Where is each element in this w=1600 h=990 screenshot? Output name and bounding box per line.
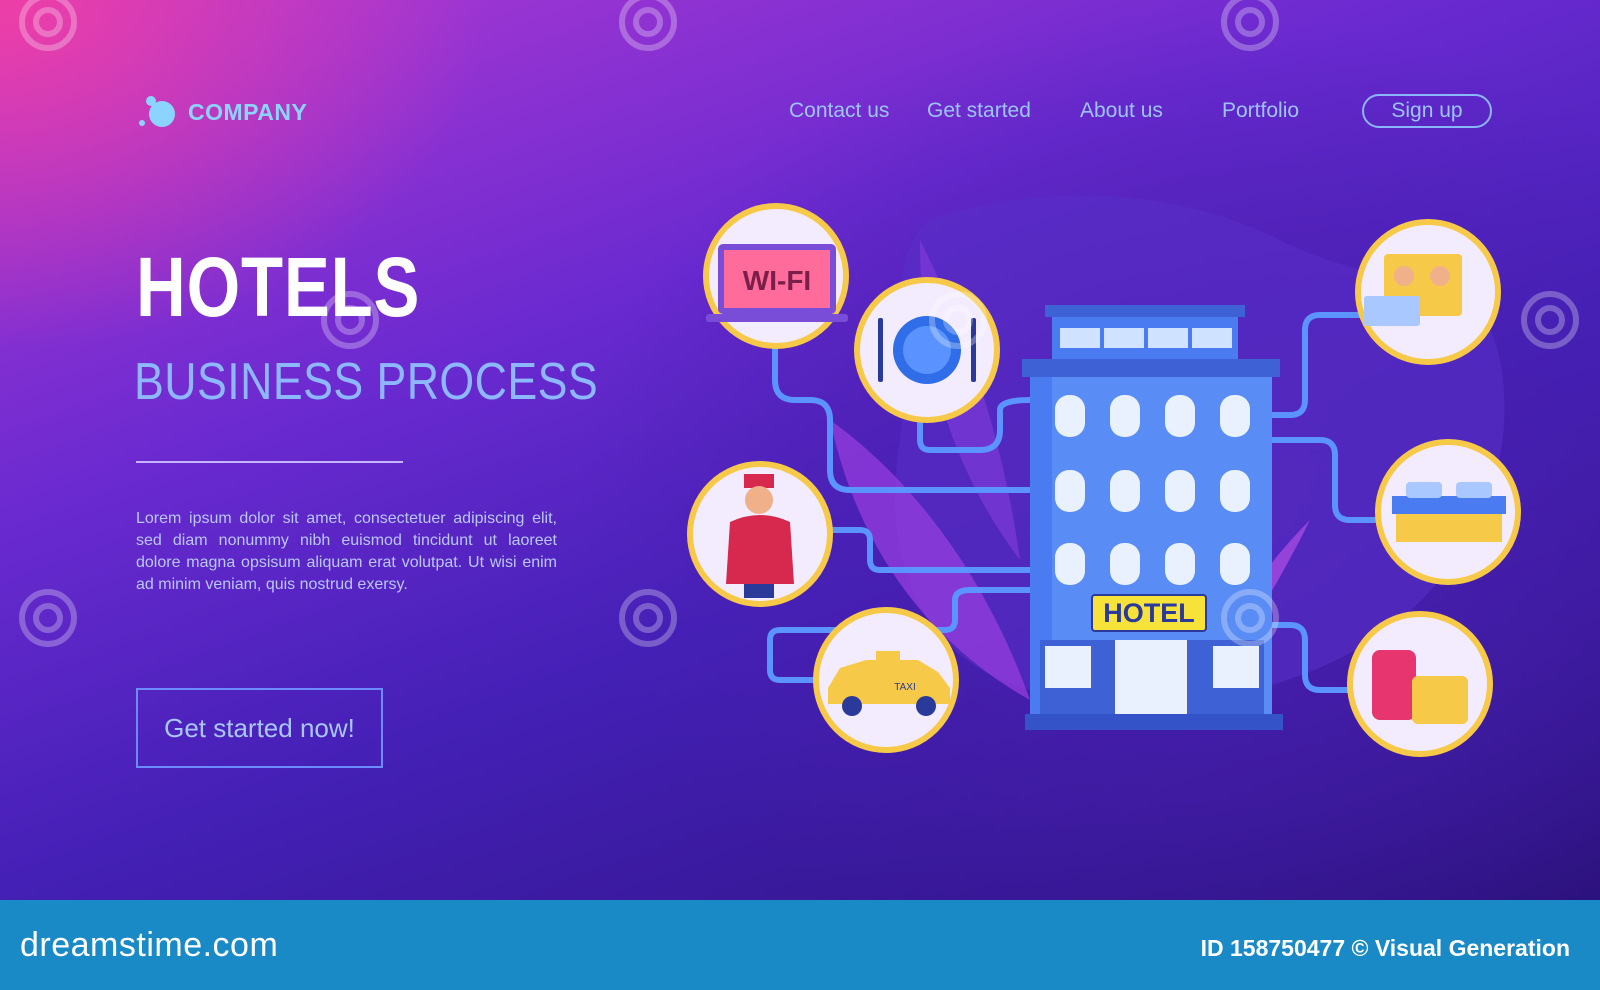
service-bellboy — [687, 461, 833, 607]
get-started-now-button[interactable]: Get started now! — [136, 688, 383, 768]
nav-portfolio[interactable]: Portfolio — [1222, 95, 1299, 127]
wifi-label: WI-FI — [743, 265, 811, 296]
signup-button[interactable]: Sign up — [1362, 94, 1492, 128]
page-title: HOTELS — [136, 240, 421, 334]
hero-description: Lorem ipsum dolor sit amet, consectetuer… — [136, 510, 557, 593]
page-subtitle: BUSINESS PROCESS — [134, 353, 599, 411]
service-luggage — [1347, 611, 1493, 757]
top-nav: Contact us Get started About us Portfoli… — [0, 95, 1600, 127]
hotel-building — [1022, 305, 1283, 730]
nav-about-us[interactable]: About us — [1080, 95, 1163, 127]
nav-contact-us[interactable]: Contact us — [789, 95, 889, 127]
landing-hero: WI-FI TAXI HOTEL COMPANY Contact us Get … — [0, 0, 1600, 900]
footer-logo: dreamstime.com — [20, 926, 279, 964]
footer-id: ID 158750477 © Visual Generation — [1200, 935, 1570, 961]
hotel-sign: HOTEL — [1103, 598, 1195, 628]
service-bed — [1375, 439, 1521, 585]
title-divider — [136, 461, 403, 463]
taxi-label: TAXI — [894, 682, 915, 693]
nav-get-started[interactable]: Get started — [927, 95, 1031, 127]
stock-footer: dreamstime.com ID 158750477 © Visual Gen… — [0, 900, 1600, 990]
service-passport — [1355, 219, 1501, 365]
service-taxi — [813, 607, 959, 753]
